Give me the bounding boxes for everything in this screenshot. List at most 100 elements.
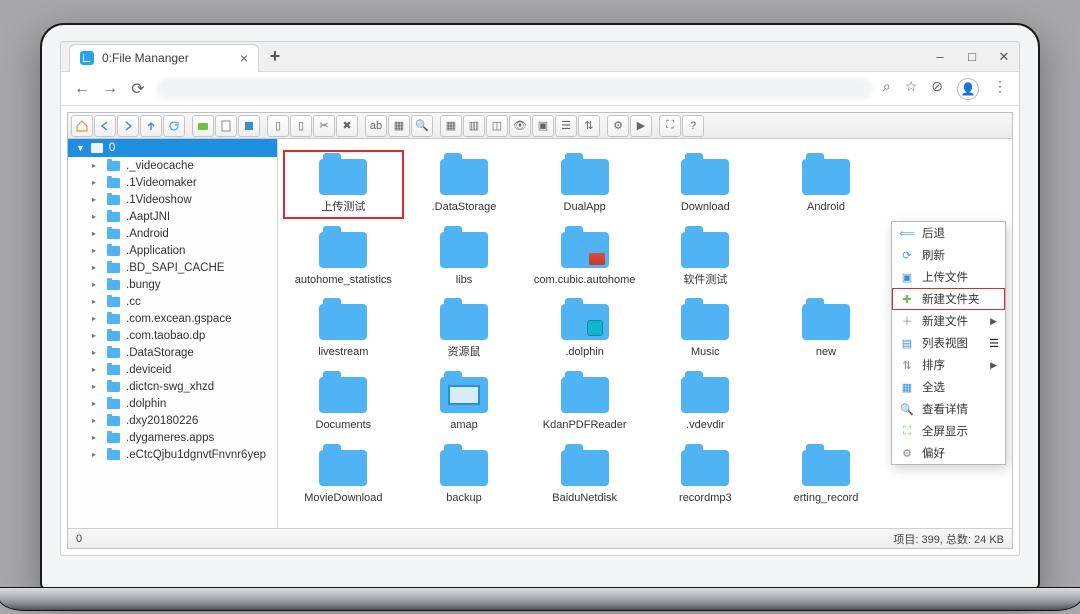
browser-menu-button[interactable]: ⋮ [993, 78, 1007, 100]
ctx-item[interactable]: ⇅排序▶ [892, 354, 1005, 376]
folder-item[interactable]: Music [646, 296, 765, 363]
tb-view-columns-button[interactable]: ▥ [463, 115, 485, 137]
folder-item[interactable]: .dolphin [525, 296, 644, 363]
folder-item[interactable]: com.cubic.autohome [525, 224, 644, 291]
tb-settings-button[interactable]: ⚙ [607, 115, 629, 137]
tag-icon[interactable]: ⊘ [931, 78, 943, 100]
folder-item[interactable]: 资源鼠 [405, 296, 524, 363]
tree-item[interactable]: ▸.DataStorage [68, 344, 277, 361]
new-tab-button[interactable]: + [263, 45, 287, 69]
tb-play-button[interactable]: ▶ [630, 115, 652, 137]
tree-item[interactable]: ▸.bungy [68, 276, 277, 293]
tree-item[interactable]: ▸.cc [68, 293, 277, 310]
tree-item[interactable]: ▸.com.taobao.dp [68, 327, 277, 344]
tb-help-button[interactable]: ? [682, 115, 704, 137]
tree-item[interactable]: ▸.BD_SAPI_CACHE [68, 259, 277, 276]
tb-up-button[interactable] [140, 115, 162, 137]
tb-view-list-button[interactable]: ☰ [555, 115, 577, 137]
tb-rename-button[interactable]: ab [365, 115, 387, 137]
window-close-button[interactable]: ✕ [997, 49, 1011, 65]
ctx-item[interactable]: ⟸后退 [892, 222, 1005, 244]
folder-item[interactable]: amap [405, 369, 524, 436]
url-input[interactable] [157, 78, 873, 100]
folder-item[interactable]: 上传测试 [284, 151, 403, 218]
tb-back-button[interactable] [94, 115, 116, 137]
folder-item[interactable]: .vdevdir [646, 369, 765, 436]
tb-view-detail-button[interactable]: ▣ [532, 115, 554, 137]
tb-paste-button[interactable]: ▯ [290, 115, 312, 137]
profile-avatar-button[interactable]: 👤 [957, 78, 979, 100]
ctx-item[interactable]: ＋新建文件▶ [892, 310, 1005, 332]
ctx-item[interactable]: ⟳刷新 [892, 244, 1005, 266]
tb-view-grid-button[interactable]: ▦ [440, 115, 462, 137]
nav-forward-button[interactable]: → [101, 80, 119, 98]
folder-item[interactable]: MovieDownload [284, 442, 403, 509]
tb-find-button[interactable]: 🔍 [411, 115, 433, 137]
tb-home-button[interactable] [71, 115, 93, 137]
tree-root[interactable]: ▼ 0 [68, 139, 277, 157]
reload-button[interactable]: ⟳ [129, 79, 147, 99]
nav-back-button[interactable]: ← [73, 80, 91, 98]
tree-item-label: ._videocache [126, 160, 194, 172]
folder-tree[interactable]: ▼ 0 ▸._videocache▸.1Videomaker▸.1Videosh… [68, 139, 278, 528]
tree-item[interactable]: ▸.1Videoshow [68, 191, 277, 208]
tb-newfolder-button[interactable] [192, 115, 214, 137]
folder-item[interactable]: 软件测试 [646, 224, 765, 291]
folder-item[interactable]: .DataStorage [405, 151, 524, 218]
tree-item[interactable]: ▸.deviceid [68, 361, 277, 378]
tb-fullscreen-button[interactable]: ⛶ [659, 115, 681, 137]
tree-item[interactable]: ▸.dolphin [68, 395, 277, 412]
tb-save-button[interactable] [238, 115, 260, 137]
browser-tab[interactable]: 0:File Mananger × [69, 44, 259, 72]
tree-item[interactable]: ▸.dxy20180226 [68, 412, 277, 429]
folder-item[interactable]: backup [405, 442, 524, 509]
tab-close-button[interactable]: × [240, 50, 248, 66]
ctx-item-label: 全选 [922, 379, 945, 395]
tree-item[interactable]: ▸.Android [68, 225, 277, 242]
window-maximize-button[interactable]: □ [965, 49, 979, 65]
folder-item[interactable]: BaiduNetdisk [525, 442, 644, 509]
folder-item[interactable]: libs [405, 224, 524, 291]
search-icon[interactable]: ⌕ [883, 78, 891, 100]
tree-item[interactable]: ▸.dictcn-swg_xhzd [68, 378, 277, 395]
folder-item[interactable]: KdanPDFReader [525, 369, 644, 436]
tb-forward-button[interactable] [117, 115, 139, 137]
folder-item[interactable]: Download [646, 151, 765, 218]
tree-item[interactable]: ▸.1Videomaker [68, 174, 277, 191]
tree-item[interactable]: ▸.eCtcQjbu1dgnvtFnvnr6yep [68, 446, 277, 463]
window-minimize-button[interactable]: – [933, 49, 947, 65]
folder-item[interactable]: new [767, 296, 886, 363]
tree-item[interactable]: ▸.Application [68, 242, 277, 259]
tb-newfile-button[interactable] [215, 115, 237, 137]
folder-item[interactable]: livestream [284, 296, 403, 363]
ctx-item[interactable]: 🔍查看详情 [892, 398, 1005, 420]
bookmark-star-icon[interactable]: ☆ [905, 78, 918, 100]
tree-item[interactable]: ▸.dygameres.apps [68, 429, 277, 446]
tb-view-eye-button[interactable]: 👁 [509, 115, 531, 137]
ctx-item[interactable]: ✚新建文件夹 [892, 288, 1005, 310]
tb-view-split-button[interactable]: ◫ [486, 115, 508, 137]
ctx-item[interactable]: ▣上传文件 [892, 266, 1005, 288]
folder-item[interactable]: DualApp [525, 151, 644, 218]
ctx-item[interactable]: ⛶全屏显示 [892, 420, 1005, 442]
ctx-item[interactable]: ▤列表视图 [892, 332, 1005, 354]
folder-item[interactable]: autohome_statistics [284, 224, 403, 291]
tb-selectall-button[interactable]: ▦ [388, 115, 410, 137]
tb-copy-button[interactable]: ▯ [267, 115, 289, 137]
folder-item[interactable]: Android [767, 151, 886, 218]
folder-item[interactable]: erting_record [767, 442, 886, 509]
tb-sort-button[interactable]: ⇅ [578, 115, 600, 137]
ctx-item[interactable]: ▦全选 [892, 376, 1005, 398]
tb-cut-button[interactable]: ✂ [313, 115, 335, 137]
folder-item[interactable]: recordmp3 [646, 442, 765, 509]
tb-refresh-button[interactable] [163, 115, 185, 137]
folder-content-pane[interactable]: 上传测试.DataStorageDualApp Download Android au… [278, 139, 1012, 528]
tree-item[interactable]: ▸._videocache [68, 157, 277, 174]
tree-item[interactable]: ▸.AaptJNI [68, 208, 277, 225]
tree-item-label: .eCtcQjbu1dgnvtFnvnr6yep [126, 449, 266, 461]
ctx-item[interactable]: ⚙偏好 [892, 442, 1005, 464]
folder-item-label: Download [681, 201, 730, 214]
tb-delete-button[interactable]: ✖ [336, 115, 358, 137]
tree-item[interactable]: ▸.com.excean.gspace [68, 310, 277, 327]
folder-item[interactable]: Documents [284, 369, 403, 436]
